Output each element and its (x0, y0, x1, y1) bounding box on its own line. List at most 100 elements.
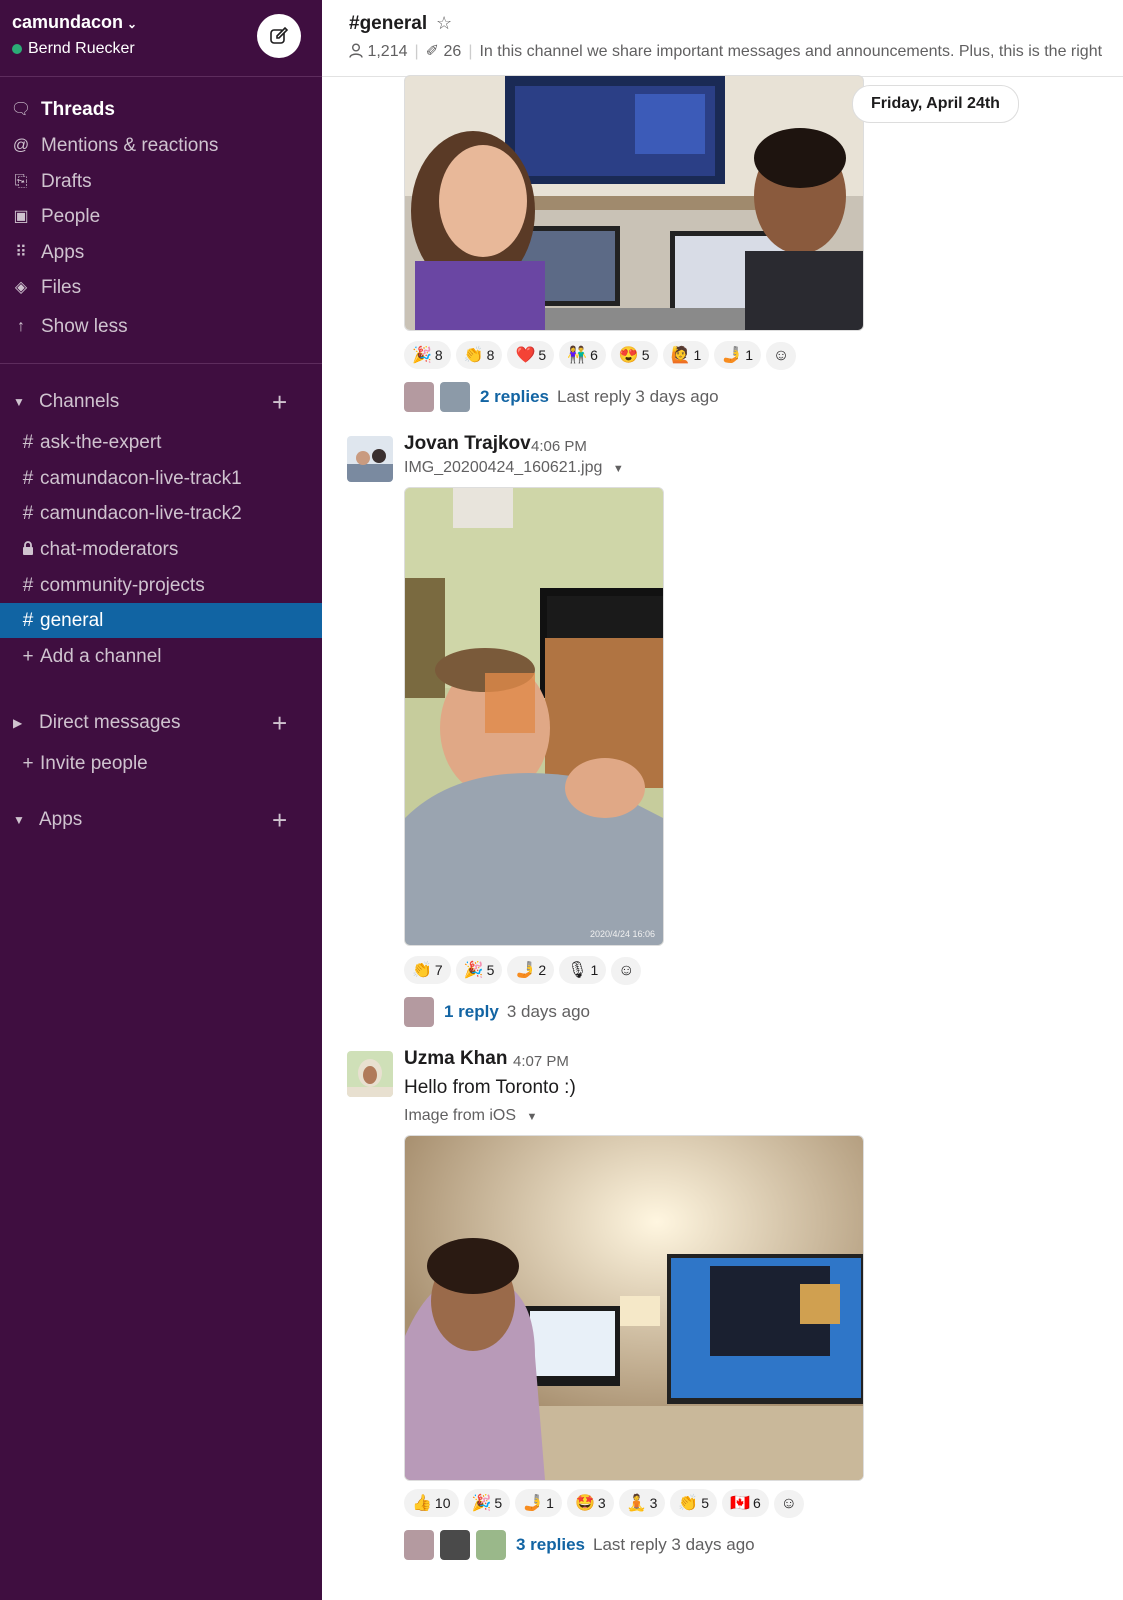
file-name[interactable]: Image from iOS ▼ (404, 1107, 537, 1125)
apps-icon: ⠿ (15, 244, 27, 261)
invite-people-button[interactable]: + Invite people (0, 746, 322, 781)
reaction-count: 1 (590, 962, 599, 978)
reaction[interactable]: 🙋 1 (662, 341, 710, 369)
reaction[interactable]: 👫 6 (559, 341, 606, 369)
date-divider[interactable]: Friday, April 24th (852, 85, 1019, 123)
sidebar-divider (0, 363, 322, 364)
message-image[interactable]: 2020/4/24 16:06 (404, 487, 664, 946)
channel-topic[interactable]: In this channel we share important messa… (479, 43, 1102, 60)
add-dm-plus-icon[interactable]: + (272, 706, 287, 740)
reaction[interactable]: 🧘 3 (618, 1489, 666, 1517)
reaction[interactable]: 🇨🇦 6 (722, 1489, 769, 1517)
channel-community-projects[interactable]: # community-projects (0, 568, 322, 603)
add-reaction-icon[interactable]: ☺ (611, 957, 642, 985)
reaction-emoji: 🎉 (463, 962, 484, 979)
nav-label: Mentions & reactions (41, 135, 219, 156)
reaction[interactable]: 👏 7 (404, 956, 451, 984)
compose-button[interactable] (257, 14, 301, 58)
file-name[interactable]: IMG_20200424_160621.jpg ▼ (404, 459, 624, 477)
channels-section-header[interactable]: ▼ Channels + (0, 385, 322, 419)
caret-down-icon: ▼ (13, 395, 25, 409)
replies-link[interactable]: 2 replies (480, 387, 549, 406)
drafts-icon: ⎘ (14, 173, 28, 190)
message-image[interactable] (404, 1135, 864, 1481)
nav-files[interactable]: ◈ Files (0, 271, 322, 305)
nav-label: People (41, 206, 101, 227)
channel-label: chat-moderators (40, 539, 179, 560)
files-icon: ◈ (14, 279, 28, 296)
hash-icon: # (22, 503, 34, 524)
member-count-value: 1,214 (367, 43, 408, 60)
nav-label: Apps (41, 242, 85, 263)
replies-link[interactable]: 3 replies (516, 1535, 585, 1554)
sender-name[interactable]: Jovan Trajkov (404, 433, 531, 455)
section-label: Direct messages (39, 712, 181, 733)
reaction[interactable]: 🤩 3 (566, 1489, 614, 1517)
channel-camundacon-live-track2[interactable]: # camundacon-live-track2 (0, 496, 322, 531)
add-channel-button[interactable]: + Add a channel (0, 639, 322, 674)
reaction[interactable]: 🤳 2 (507, 956, 555, 984)
reaction-count: 5 (701, 1495, 710, 1511)
channel-ask-the-expert[interactable]: # ask-the-expert (0, 425, 322, 460)
pin-count[interactable]: ✐ 26 (426, 43, 462, 60)
nav-apps[interactable]: ⠿ Apps (0, 236, 322, 270)
add-app-plus-icon[interactable]: + (272, 803, 287, 837)
member-count[interactable]: 1,214 (349, 43, 408, 60)
avatar[interactable] (347, 436, 393, 482)
reaction[interactable]: 🤳 1 (515, 1489, 562, 1517)
reaction[interactable]: 🎉 5 (463, 1489, 511, 1517)
channel-camundacon-live-track1[interactable]: # camundacon-live-track1 (0, 461, 322, 496)
reaction[interactable]: 👏 8 (455, 341, 503, 369)
pin-count-value: 26 (443, 43, 462, 60)
thread-replies[interactable]: 2 replies Last reply 3 days ago (404, 382, 719, 414)
channel-meta: 1,214 | ✐ 26 | In this channel we share impo… (349, 41, 1102, 61)
message-timestamp[interactable]: 4:07 PM (513, 1053, 569, 1070)
add-channel-plus-icon[interactable]: + (272, 385, 287, 419)
add-reaction-icon[interactable]: ☺ (773, 1490, 804, 1518)
nav-show-less[interactable]: ↑ Show less (0, 310, 322, 344)
reaction[interactable]: 😍 5 (610, 341, 658, 369)
section-label: Apps (39, 809, 83, 830)
replies-link[interactable]: 1 reply (444, 1002, 499, 1021)
add-reaction-icon[interactable]: ☺ (766, 342, 797, 370)
thread-replies[interactable]: 1 reply 3 days ago (404, 997, 590, 1029)
avatar (440, 1530, 470, 1560)
thread-replies[interactable]: 3 replies Last reply 3 days ago (404, 1530, 755, 1562)
reaction[interactable]: 🤳 1 (714, 341, 762, 369)
nav-drafts[interactable]: ⎘ Drafts (0, 165, 322, 199)
reaction[interactable]: ❤️ 5 (507, 341, 555, 369)
file-name-text: Image from iOS (404, 1107, 517, 1124)
reaction[interactable]: 🎉 8 (404, 341, 451, 369)
sender-name[interactable]: Uzma Khan (404, 1048, 507, 1070)
channel-general[interactable]: # general (0, 603, 322, 638)
nav-mentions[interactable]: @ Mentions & reactions (0, 129, 322, 163)
pin-icon: ✐ (425, 43, 440, 60)
reaction-count: 5 (494, 1495, 503, 1511)
channel-chat-moderators[interactable]: chat-moderators (0, 532, 322, 567)
caret-down-icon: ▼ (612, 463, 624, 475)
apps-section-header[interactable]: ▼ Apps + (0, 803, 322, 837)
chevron-down-icon: ⌄ (127, 17, 138, 31)
reaction[interactable]: 👏 5 (670, 1489, 718, 1517)
reaction-count: 8 (434, 347, 443, 363)
star-icon[interactable]: ☆ (436, 13, 452, 34)
direct-messages-section-header[interactable]: ▶ Direct messages + (0, 706, 322, 740)
nav-threads[interactable]: 🗨 Threads (0, 93, 322, 127)
reaction[interactable]: 🎙 1 (559, 956, 607, 984)
reaction[interactable]: 👍 10 (404, 1489, 459, 1517)
message-image[interactable] (404, 75, 864, 331)
current-user[interactable]: Bernd Ruecker (12, 40, 135, 58)
channel-label: camundacon-live-track1 (40, 468, 242, 489)
channel-title[interactable]: #general (349, 13, 427, 35)
reaction-bar: 🎉 8 👏 8 ❤️ 5 👫 6 😍 5 🙋 1 🤳 1 ☺ (404, 341, 797, 371)
nav-label: Threads (41, 99, 115, 120)
plus-icon: + (22, 646, 34, 667)
message-timestamp[interactable]: 4:06 PM (531, 438, 587, 455)
workspace-name: camundacon (12, 12, 124, 32)
reaction[interactable]: 🎉 5 (455, 956, 503, 984)
avatar[interactable] (347, 1051, 393, 1097)
workspace-switcher[interactable]: camundacon ⌄ (12, 12, 137, 33)
reaction-emoji: 🧘 (626, 1495, 647, 1512)
nav-people[interactable]: ▣ People (0, 200, 322, 234)
reaction-count: 1 (745, 347, 754, 363)
